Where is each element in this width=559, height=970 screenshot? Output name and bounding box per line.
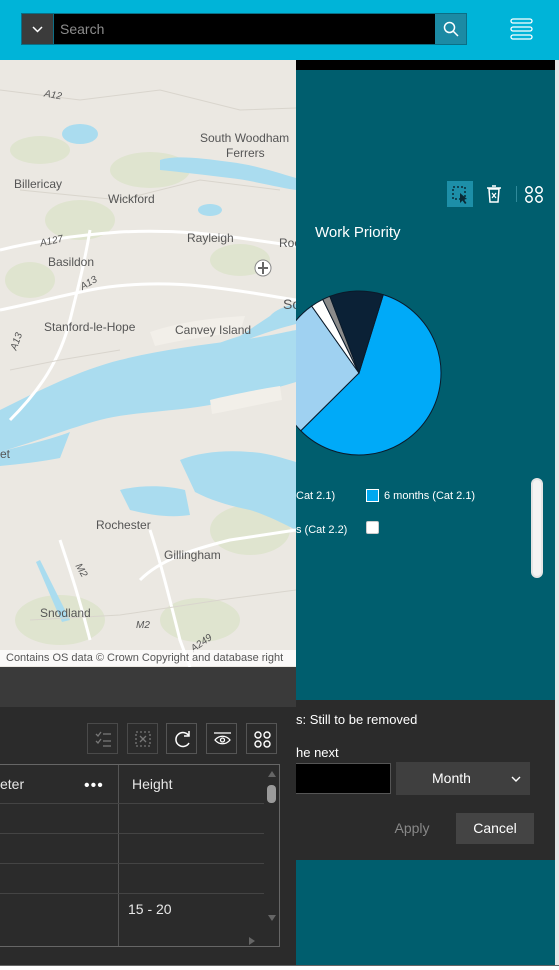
clear-selection-table-icon[interactable]	[127, 723, 158, 754]
map-label-wickford: Wickford	[108, 192, 155, 206]
legend-item-label: s (Cat 2.2)	[296, 524, 348, 536]
scrollbar-thumb[interactable]	[267, 785, 276, 803]
column-header[interactable]: Height	[132, 765, 172, 803]
tool-divider	[516, 186, 517, 202]
clear-selection-icon[interactable]	[481, 181, 507, 207]
map-label-m2-east: M2	[136, 620, 150, 631]
table-more-icon[interactable]	[246, 723, 277, 754]
period-unit-select[interactable]: Month	[396, 762, 530, 795]
map-label-billericay: Billericay	[14, 177, 63, 191]
search-input[interactable]	[60, 14, 436, 44]
chart-title: Work Priority	[315, 224, 401, 241]
legend-item-label: 6 months (Cat 2.1)	[384, 490, 476, 502]
scroll-up-arrow[interactable]	[268, 771, 276, 777]
legend-swatch[interactable]	[366, 489, 379, 502]
panel-header-strip	[296, 60, 555, 70]
map-label-roc: Roc	[279, 236, 296, 250]
filter-period-label: he next	[296, 745, 339, 760]
filter-status-text: s: Still to be removed	[296, 712, 418, 727]
pie-chart[interactable]	[296, 290, 446, 460]
map-label-gillingham: Gillingham	[164, 548, 221, 562]
map-label-canvey-island: Canvey Island	[175, 323, 252, 337]
scroll-down-arrow[interactable]	[268, 915, 276, 921]
legend-scrollbar[interactable]	[531, 478, 543, 578]
apply-button[interactable]: Apply	[380, 813, 444, 844]
table-row[interactable]	[0, 863, 264, 893]
map-label-ferrers: Ferrers	[226, 146, 265, 160]
search-bar	[21, 13, 467, 45]
map-label-snodland: Snodland	[40, 606, 91, 620]
map-label-south-woodham: South Woodham	[200, 131, 290, 145]
period-unit-value: Month	[432, 770, 471, 786]
show-hide-icon[interactable]	[206, 723, 237, 754]
period-number-input[interactable]	[296, 763, 391, 794]
search-button[interactable]	[435, 14, 466, 44]
app-header	[0, 0, 559, 60]
map-label-rochester: Rochester	[96, 518, 151, 532]
column-options-icon[interactable]: •••	[84, 777, 104, 795]
map-label-stanford-le-hope: Stanford-le-Hope	[44, 320, 136, 334]
table-vertical-scrollbar[interactable]	[264, 765, 279, 935]
scrollbar-thumb[interactable]	[533, 480, 541, 576]
search-source-dropdown[interactable]	[22, 14, 54, 44]
legend-swatch[interactable]	[366, 521, 379, 534]
chevron-down-icon	[32, 26, 43, 33]
attribute-table[interactable]: eter ••• Height 15 - 20	[0, 764, 280, 947]
map-label-so: So	[283, 296, 296, 312]
app-root: A12 South Woodham Ferrers Billericay Wic…	[0, 0, 559, 970]
cancel-button[interactable]: Cancel	[456, 813, 534, 844]
select-features-icon[interactable]	[447, 181, 473, 207]
table-header-bar	[0, 667, 296, 707]
table-row[interactable]	[0, 833, 264, 863]
search-icon	[443, 21, 459, 37]
map-label-et: et	[0, 447, 11, 461]
map-view[interactable]: A12 South Woodham Ferrers Billericay Wic…	[0, 60, 296, 667]
refresh-icon[interactable]	[166, 723, 197, 754]
map-label-rayleigh: Rayleigh	[187, 231, 234, 245]
scroll-right-arrow[interactable]	[249, 937, 255, 945]
select-all-icon[interactable]	[87, 723, 118, 754]
more-options-icon[interactable]	[521, 181, 547, 207]
hamburger-menu-icon	[510, 18, 533, 40]
panel-edge	[555, 60, 559, 970]
table-row[interactable]: 15 - 20	[0, 893, 264, 923]
legend-item-label: Cat 2.1)	[296, 490, 336, 502]
chevron-down-icon	[511, 776, 521, 782]
table-cell: 15 - 20	[128, 901, 172, 917]
bottom-edge	[0, 965, 559, 970]
table-row[interactable]	[0, 803, 264, 833]
map-attribution: Contains OS data © Crown Copyright and d…	[0, 650, 296, 666]
menu-button[interactable]	[508, 15, 536, 43]
map-label-basildon: Basildon	[48, 255, 95, 269]
column-header[interactable]: eter	[0, 765, 24, 803]
